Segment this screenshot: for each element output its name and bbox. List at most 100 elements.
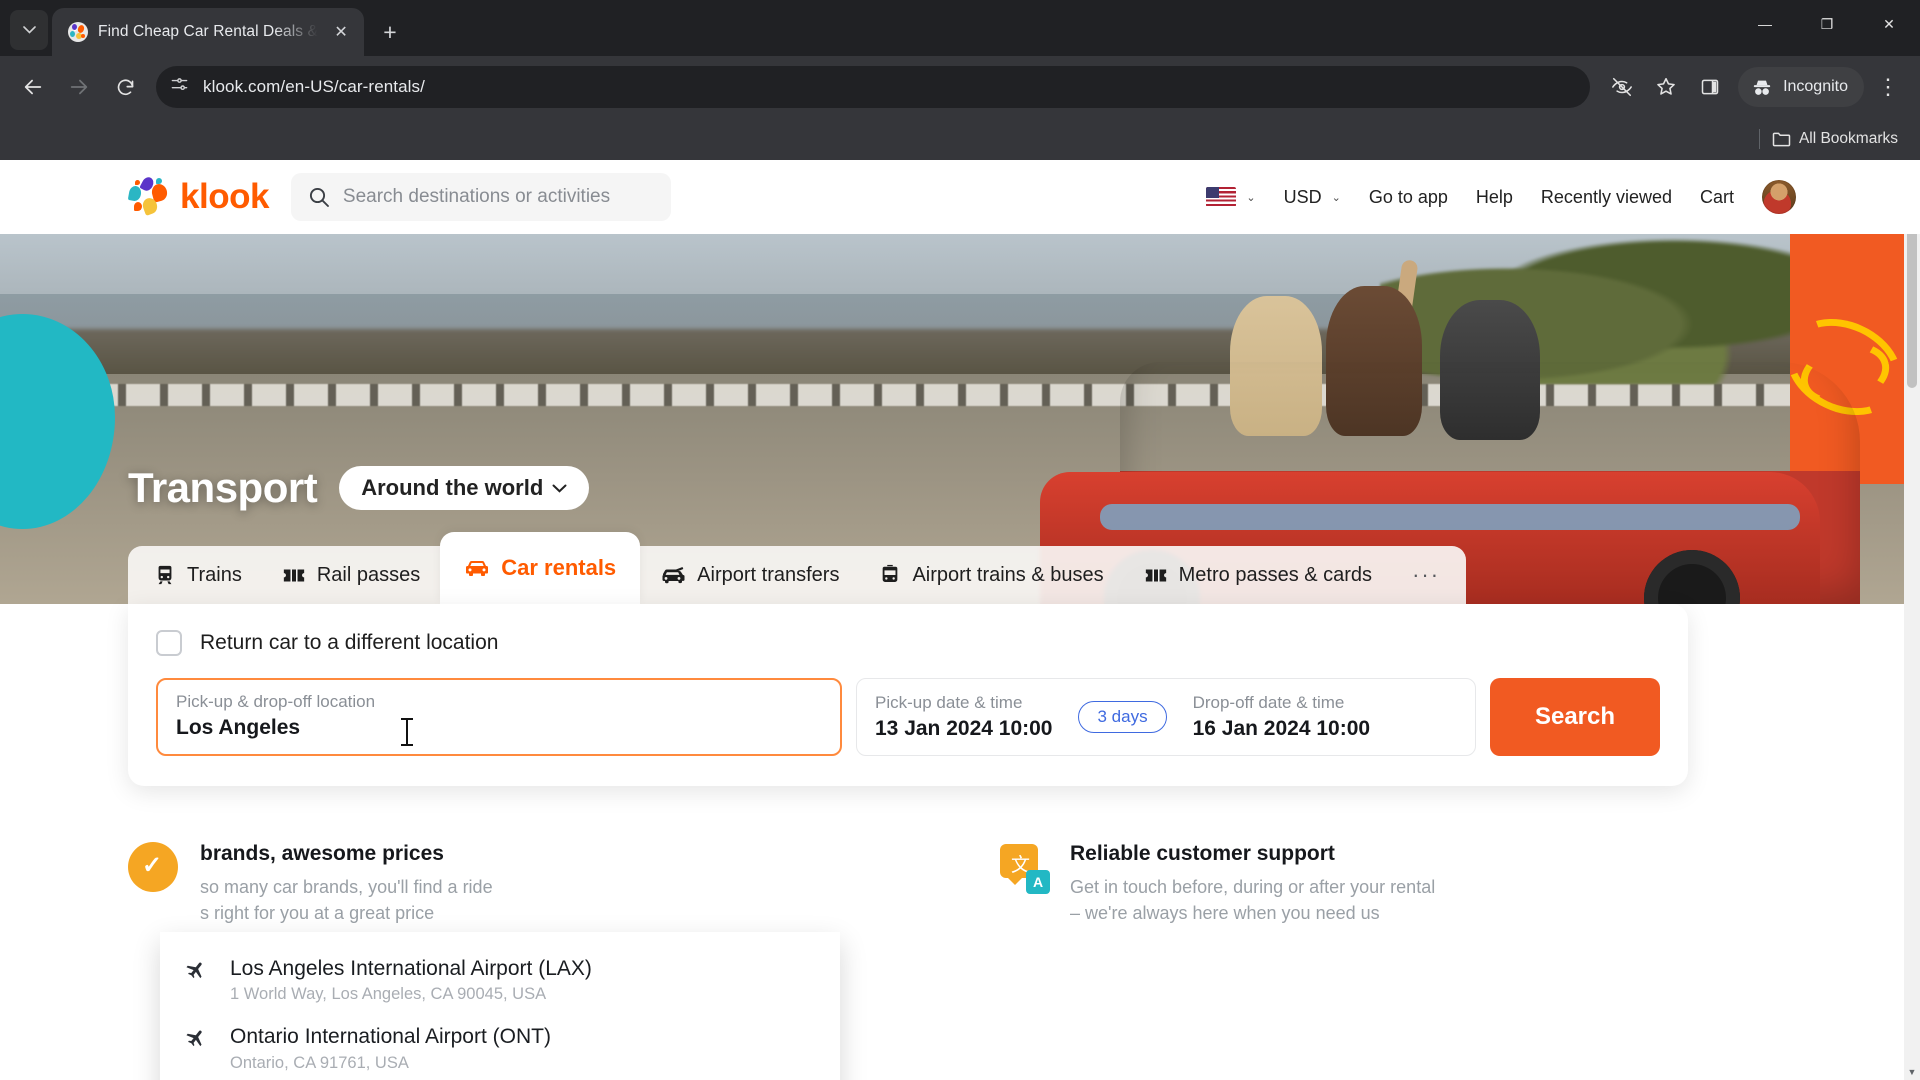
location-suggestions-dropdown[interactable]: Los Angeles International Airport (LAX) … (160, 932, 840, 1080)
nav-go-to-app[interactable]: Go to app (1369, 187, 1448, 208)
scroll-down-arrow[interactable]: ▼ (1904, 1064, 1920, 1080)
suggestion-title: Los Angeles International Airport (LAX) (230, 957, 592, 980)
duration-badge: 3 days (1078, 701, 1167, 733)
search-icon (309, 187, 329, 207)
dropoff-date-field[interactable]: Drop-off date & time 16 Jan 2024 10:00 (1193, 693, 1370, 741)
different-location-checkbox[interactable] (156, 630, 182, 656)
dropoff-value: 16 Jan 2024 10:00 (1192, 717, 1371, 740)
car-rental-search-form: Return car to a different location Pick-… (128, 604, 1688, 786)
hero-title-row: Transport Around the world (128, 464, 590, 512)
different-location-row[interactable]: Return car to a different location (156, 630, 1660, 656)
feature-desc-line1: so many car brands, you'll find a ride (200, 877, 493, 897)
airplane-icon (186, 956, 210, 986)
folder-icon (1772, 132, 1791, 147)
window-controls: — ❐ ✕ (1734, 0, 1920, 48)
search-input[interactable]: Search destinations or activities (290, 173, 671, 221)
side-panel-icon[interactable] (1690, 67, 1730, 107)
tab-airport-transfers[interactable]: Airport transfers (640, 546, 859, 604)
region-label: Around the world (361, 475, 544, 500)
page-viewport: klook Search destinations or activities … (0, 160, 1920, 1080)
bookmarks-bar: All Bookmarks (0, 118, 1920, 160)
dropoff-label: Drop-off date & time (1192, 693, 1345, 712)
url-text: klook.com/en-US/car-rentals/ (203, 77, 425, 96)
checkmark-circle-icon (128, 842, 180, 894)
tab-rail-passes[interactable]: Rail passes (262, 546, 440, 604)
airport-transfer-icon (662, 567, 685, 584)
airplane-icon (186, 1024, 210, 1054)
suggestion-title: Ontario International Airport (ONT) (230, 1025, 551, 1049)
tab-label: Metro passes & cards (1178, 563, 1373, 586)
feature-item: 文 A Reliable customer support Get in tou… (998, 842, 1478, 926)
dates-field[interactable]: Pick-up date & time 13 Jan 2024 10:00 3 … (856, 678, 1476, 756)
browser-window: Find Cheap Car Rental Deals & ✕ + — ❐ ✕ … (0, 0, 1920, 1080)
pickup-date-field[interactable]: Pick-up date & time 13 Jan 2024 10:00 (875, 693, 1052, 741)
text-cursor (401, 718, 413, 746)
metro-ticket-icon (1145, 569, 1166, 582)
tab-metro-passes-cards[interactable]: Metro passes & cards (1124, 546, 1392, 604)
site-settings-icon[interactable] (170, 75, 189, 99)
suggestion-subtitle: Ontario, CA 91761, USA (230, 1053, 409, 1072)
region-selector[interactable]: Around the world (339, 466, 590, 510)
back-button[interactable] (12, 66, 54, 108)
avatar[interactable] (1762, 180, 1796, 214)
new-tab-button[interactable]: + (372, 14, 408, 50)
chevron-down-icon (552, 484, 567, 493)
pickup-label: Pick-up date & time (875, 693, 1023, 712)
tab-title: Find Cheap Car Rental Deals & (98, 23, 319, 40)
all-bookmarks-label: All Bookmarks (1798, 130, 1898, 147)
hero-banner: Transport Around the world Trains Rail p… (0, 234, 1920, 604)
feature-title: Reliable customer support (1070, 842, 1335, 865)
close-tab-icon[interactable]: ✕ (328, 19, 354, 45)
header-right-nav: ⌄ USD ⌄ Go to app Help Recently viewed C… (1206, 180, 1920, 214)
klook-favicon-icon (68, 22, 88, 42)
feature-desc-line2: s right for you at a great price (200, 903, 435, 924)
incognito-hat-icon (1753, 80, 1771, 95)
tabs-more-button[interactable]: ··· (1392, 546, 1460, 604)
close-window-button[interactable]: ✕ (1858, 0, 1920, 48)
location-field-value: Los Angeles (176, 716, 301, 739)
tab-airport-trains-buses[interactable]: Airport trains & buses (859, 546, 1123, 604)
tracking-protection-icon[interactable] (1602, 67, 1642, 107)
tab-search-button[interactable] (10, 10, 48, 50)
all-bookmarks-button[interactable]: All Bookmarks (1772, 130, 1898, 148)
browser-toolbar: klook.com/en-US/car-rentals/ Incognito ⋮ (0, 56, 1920, 118)
currency-selector[interactable]: USD ⌄ (1284, 187, 1341, 208)
currency-label: USD (1283, 186, 1322, 207)
search-button[interactable]: Search (1490, 678, 1660, 756)
klook-logo[interactable]: klook (127, 175, 269, 217)
bookmark-star-icon[interactable] (1646, 67, 1686, 107)
us-flag-icon (1206, 187, 1237, 207)
features-strip: brands, awesome prices so many car brand… (128, 842, 1788, 926)
nav-recently-viewed[interactable]: Recently viewed (1541, 187, 1672, 208)
more-tabs-icon: ··· (1412, 562, 1441, 587)
tab-label: Trains (187, 563, 242, 586)
reload-button[interactable] (104, 66, 146, 108)
browser-menu-icon[interactable]: ⋮ (1868, 67, 1908, 107)
nav-cart[interactable]: Cart (1700, 187, 1734, 208)
location-field[interactable]: Pick-up & drop-off location Los Angeles (156, 678, 842, 756)
suggestion-item[interactable]: Ontario International Airport (ONT) Onta… (160, 1014, 840, 1080)
incognito-indicator[interactable]: Incognito (1738, 67, 1864, 107)
tab-label: Rail passes (316, 563, 421, 586)
address-bar[interactable]: klook.com/en-US/car-rentals/ (156, 66, 1591, 108)
browser-tab[interactable]: Find Cheap Car Rental Deals & ✕ (52, 8, 365, 56)
klook-logo-icon (127, 175, 170, 217)
page-title: Transport (128, 464, 318, 511)
tab-label: Airport trains & buses (912, 563, 1104, 586)
pickup-value: 13 Jan 2024 10:00 (875, 717, 1053, 740)
nav-help[interactable]: Help (1476, 187, 1513, 208)
feature-desc-line1: Get in touch before, during or after you… (1070, 877, 1436, 897)
maximize-button[interactable]: ❐ (1796, 0, 1858, 48)
tab-trains[interactable]: Trains (134, 546, 262, 604)
different-location-label: Return car to a different location (200, 631, 499, 654)
locale-selector[interactable]: ⌄ (1206, 187, 1256, 207)
tab-label: Car rentals (501, 555, 617, 580)
minimize-button[interactable]: — (1734, 0, 1796, 48)
forward-button[interactable] (58, 66, 100, 108)
page-scrollbar[interactable]: ▲ ▼ (1904, 160, 1920, 1080)
ticket-icon (283, 569, 304, 582)
airport-train-icon (883, 564, 898, 582)
tab-car-rentals[interactable]: Car rentals (440, 532, 641, 604)
suggestion-item[interactable]: Los Angeles International Airport (LAX) … (160, 946, 840, 1014)
chevron-down-icon: ⌄ (1246, 191, 1256, 204)
